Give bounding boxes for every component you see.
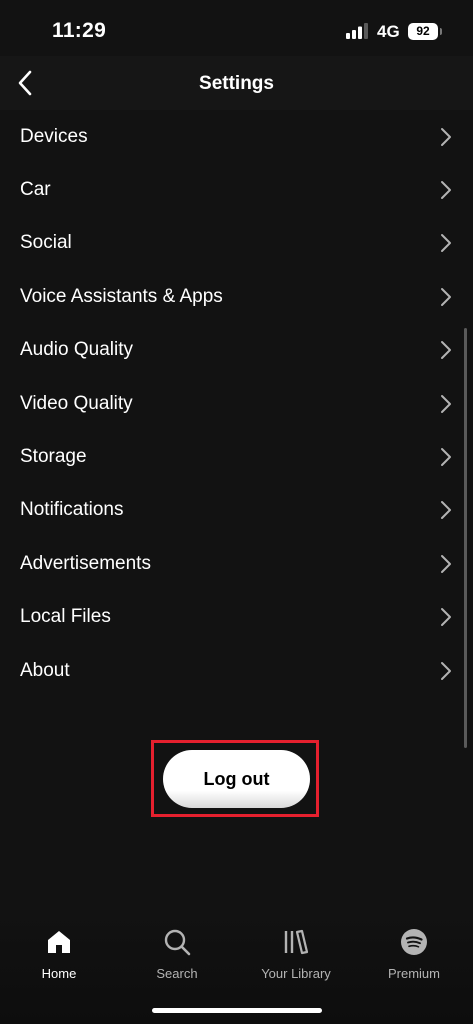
spotify-logo-icon [401,929,427,955]
settings-item-video-quality[interactable]: Video Quality [0,377,473,430]
nav-home[interactable]: Home [0,928,118,988]
settings-item-devices[interactable]: Devices [0,110,473,163]
settings-item-about[interactable]: About [0,644,473,697]
settings-item-label: Storage [20,446,87,468]
settings-item-label: Local Files [20,606,111,628]
nav-label: Premium [387,966,440,981]
settings-item-local-files[interactable]: Local Files [0,591,473,644]
nav-label: Search [156,966,198,981]
settings-item-audio-quality[interactable]: Audio Quality [0,324,473,377]
chevron-right-icon [441,127,451,146]
settings-item-label: Voice Assistants & Apps [20,285,223,307]
settings-item-label: Devices [20,125,88,147]
settings-item-label: Audio Quality [20,339,134,361]
chevron-right-icon [441,554,451,573]
status-bar: 11:29 4G 92 [0,0,473,56]
chevron-right-icon [441,661,451,680]
header: Settings [0,56,473,110]
chevron-right-icon [441,234,451,253]
status-time: 11:29 [52,19,107,42]
battery-icon: 92 [408,23,442,40]
nav-label: Home [41,966,77,981]
signal-icon [346,23,368,39]
settings-item-car[interactable]: Car [0,163,473,216]
settings-item-advertisements[interactable]: Advertisements [0,537,473,590]
library-icon [284,929,309,955]
settings-item-label: Notifications [20,499,124,521]
chevron-right-icon [441,394,451,413]
settings-list: Devices Car Social Voice Assistants & Ap… [0,110,473,697]
settings-item-label: Car [20,179,51,201]
home-indicator[interactable] [152,1008,322,1013]
logout-button[interactable]: Log out [163,750,310,808]
settings-item-storage[interactable]: Storage [0,430,473,483]
network-type: 4G [377,22,400,41]
settings-item-voice-assistants[interactable]: Voice Assistants & Apps [0,270,473,323]
chevron-right-icon [441,287,451,306]
chevron-right-icon [441,608,451,627]
settings-item-label: Advertisements [20,552,151,574]
battery-level: 92 [416,24,430,38]
page-title: Settings [199,73,274,94]
nav-your-library[interactable]: Your Library [237,928,355,988]
chevron-right-icon [441,181,451,200]
chevron-right-icon [441,341,451,360]
bottom-nav: Home Search Your Library Premium [0,910,473,1024]
nav-premium[interactable]: Premium [355,928,473,988]
chevron-right-icon [441,501,451,520]
settings-item-label: Social [20,232,72,254]
nav-label: Your Library [261,966,331,981]
home-icon [48,931,70,953]
scrollbar[interactable] [464,328,467,748]
nav-search[interactable]: Search [118,928,236,988]
settings-item-label: Video Quality [20,392,133,414]
settings-item-label: About [20,659,70,681]
settings-item-notifications[interactable]: Notifications [0,484,473,537]
chevron-right-icon [441,448,451,467]
settings-item-social[interactable]: Social [0,217,473,270]
search-icon [164,929,191,956]
